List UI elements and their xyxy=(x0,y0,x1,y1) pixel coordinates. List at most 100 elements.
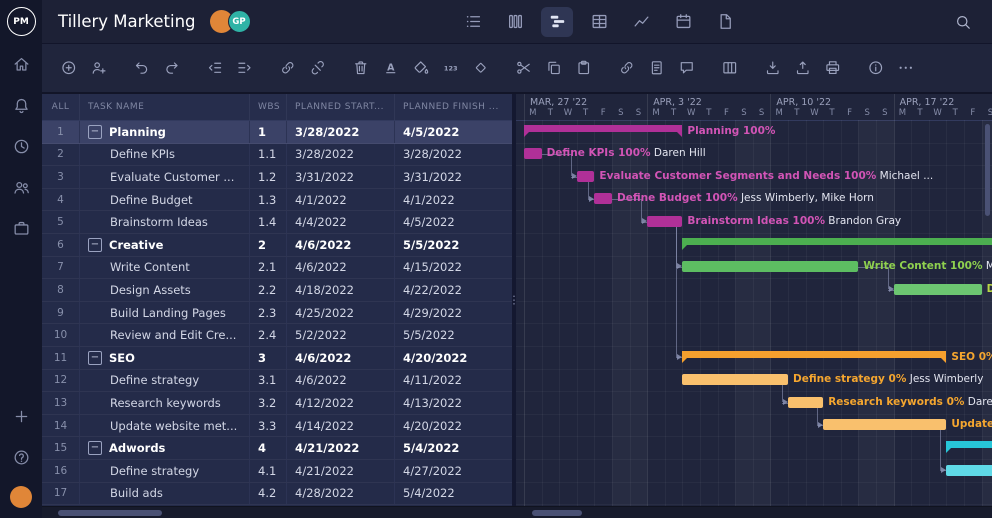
table-row[interactable]: 13Research keywords3.24/12/20224/13/2022 xyxy=(42,392,512,415)
gantt-task-bar[interactable] xyxy=(823,419,946,430)
export-button[interactable] xyxy=(792,57,814,79)
gantt-task-bar[interactable] xyxy=(577,171,595,182)
table-row[interactable]: 9Build Landing Pages2.34/25/20224/29/202… xyxy=(42,302,512,325)
cut-button[interactable] xyxy=(513,57,535,79)
table-row[interactable]: 15−Adwords44/21/20225/4/2022 xyxy=(42,437,512,460)
collapse-toggle[interactable]: − xyxy=(88,441,102,455)
sidebar-history-button[interactable] xyxy=(5,130,37,162)
indent-button[interactable] xyxy=(234,57,256,79)
copy-button[interactable] xyxy=(543,57,565,79)
bar-assignee-text: Dare... xyxy=(964,396,992,408)
assign-button[interactable] xyxy=(88,57,110,79)
gantt-bar-label: Update... xyxy=(951,418,992,431)
gantt-vertical-scrollbar[interactable] xyxy=(985,124,990,216)
table-row[interactable]: 14Update website met...3.34/14/20224/20/… xyxy=(42,415,512,438)
gantt-task-bar[interactable] xyxy=(788,397,823,408)
collapse-toggle[interactable]: − xyxy=(88,125,102,139)
collapse-toggle[interactable]: − xyxy=(88,351,102,365)
gantt-hscroll-thumb[interactable] xyxy=(532,510,582,516)
team-icon xyxy=(12,178,31,197)
sidebar-add-button[interactable] xyxy=(5,400,37,432)
column-header: TASK NAME xyxy=(80,94,250,120)
link-button[interactable] xyxy=(277,57,299,79)
fill-button[interactable] xyxy=(410,57,432,79)
more-button[interactable] xyxy=(895,57,917,79)
sidebar-user-avatar[interactable] xyxy=(10,486,32,508)
calendar-view-button[interactable] xyxy=(667,7,699,37)
paste-button[interactable] xyxy=(573,57,595,79)
gantt-task-bar[interactable] xyxy=(682,374,788,385)
doc-view-button[interactable] xyxy=(709,7,741,37)
import-button[interactable] xyxy=(762,57,784,79)
table-row[interactable]: 4Define Budget1.34/1/20224/1/2022 xyxy=(42,189,512,212)
sidebar-home-button[interactable] xyxy=(5,48,37,80)
gantt-summary-bar[interactable] xyxy=(524,125,682,137)
collapse-toggle[interactable]: − xyxy=(88,238,102,252)
table-row[interactable]: 6−Creative24/6/20225/5/2022 xyxy=(42,234,512,257)
planned-start-cell: 3/31/2022 xyxy=(287,166,395,188)
chart-view-button[interactable] xyxy=(625,7,657,37)
row-number-cell: 9 xyxy=(42,302,80,324)
list-view-button[interactable] xyxy=(457,7,489,37)
gantt-task-bar[interactable] xyxy=(524,148,542,159)
link-icon xyxy=(279,59,297,77)
sidebar-help-button[interactable] xyxy=(5,441,37,473)
bar-assignee-text: Michael ... xyxy=(876,170,933,182)
board-view-button[interactable] xyxy=(499,7,531,37)
undo-button[interactable] xyxy=(131,57,153,79)
import-icon xyxy=(764,59,782,77)
gantt-summary-bar[interactable] xyxy=(682,351,946,363)
outdent-button[interactable] xyxy=(204,57,226,79)
milestone-button[interactable] xyxy=(470,57,492,79)
notes-button[interactable] xyxy=(646,57,668,79)
gantt-view-button[interactable] xyxy=(541,7,573,37)
table-row[interactable]: 1−Planning13/28/20224/5/2022 xyxy=(42,121,512,144)
table-row[interactable]: 7Write Content2.14/6/20224/15/2022 xyxy=(42,257,512,280)
info-button[interactable] xyxy=(865,57,887,79)
sidebar-portfolio-button[interactable] xyxy=(5,212,37,244)
table-row[interactable]: 12Define strategy3.14/6/20224/11/2022 xyxy=(42,370,512,393)
gantt-task-bar[interactable] xyxy=(894,284,982,295)
task-name-cell: Build Landing Pages xyxy=(80,302,250,324)
pm-logo[interactable]: PM xyxy=(7,7,36,36)
bar-label-text: Update... xyxy=(951,418,992,430)
columns-button[interactable] xyxy=(719,57,741,79)
row-number-cell: 4 xyxy=(42,189,80,211)
search-button[interactable] xyxy=(948,7,978,37)
gantt-rows: Planning 100%Define KPIs 100% Daren Hill… xyxy=(516,120,992,506)
gantt-summary-bar[interactable] xyxy=(946,441,992,453)
gantt-summary-bar[interactable] xyxy=(682,238,992,250)
gantt-task-bar[interactable] xyxy=(647,216,682,227)
table-row[interactable]: 17Build ads4.24/28/20225/4/2022 xyxy=(42,483,512,506)
table-row[interactable]: 16Define strategy4.14/21/20224/27/2022 xyxy=(42,460,512,483)
toolbar-group xyxy=(762,57,844,79)
unlink-button[interactable] xyxy=(307,57,329,79)
add-task-button[interactable] xyxy=(58,57,80,79)
table-row[interactable]: 8Design Assets2.24/18/20224/22/2022 xyxy=(42,279,512,302)
comment-button[interactable] xyxy=(676,57,698,79)
table-row[interactable]: 2Define KPIs1.13/28/20223/28/2022 xyxy=(42,144,512,167)
sheet-view-button[interactable] xyxy=(583,7,615,37)
hyperlink-button[interactable] xyxy=(616,57,638,79)
avatar[interactable]: GP xyxy=(228,10,251,33)
column-header: PLANNED FINISH ... xyxy=(395,94,512,120)
table-row[interactable]: 5Brainstorm Ideas1.44/4/20224/5/2022 xyxy=(42,211,512,234)
gantt-task-bar[interactable] xyxy=(594,193,612,204)
gantt-task-bar[interactable] xyxy=(682,261,858,272)
delete-button[interactable] xyxy=(350,57,372,79)
sidebar-notifications-button[interactable] xyxy=(5,89,37,121)
row-number-cell: 17 xyxy=(42,483,80,505)
gantt-task-bar[interactable] xyxy=(946,465,992,476)
redo-button[interactable] xyxy=(161,57,183,79)
table-row[interactable]: 10Review and Edit Cre...2.45/2/20225/5/2… xyxy=(42,324,512,347)
numbers-button[interactable]: 123 xyxy=(440,57,462,79)
export-icon xyxy=(794,59,812,77)
dependency-connector xyxy=(940,425,941,470)
table-row[interactable]: 11−SEO34/6/20224/20/2022 xyxy=(42,347,512,370)
row-number-cell: 2 xyxy=(42,144,80,166)
table-row[interactable]: 3Evaluate Customer ...1.23/31/20223/31/2… xyxy=(42,166,512,189)
print-button[interactable] xyxy=(822,57,844,79)
underline-button[interactable]: A xyxy=(380,57,402,79)
table-hscroll-thumb[interactable] xyxy=(58,510,162,516)
sidebar-team-button[interactable] xyxy=(5,171,37,203)
